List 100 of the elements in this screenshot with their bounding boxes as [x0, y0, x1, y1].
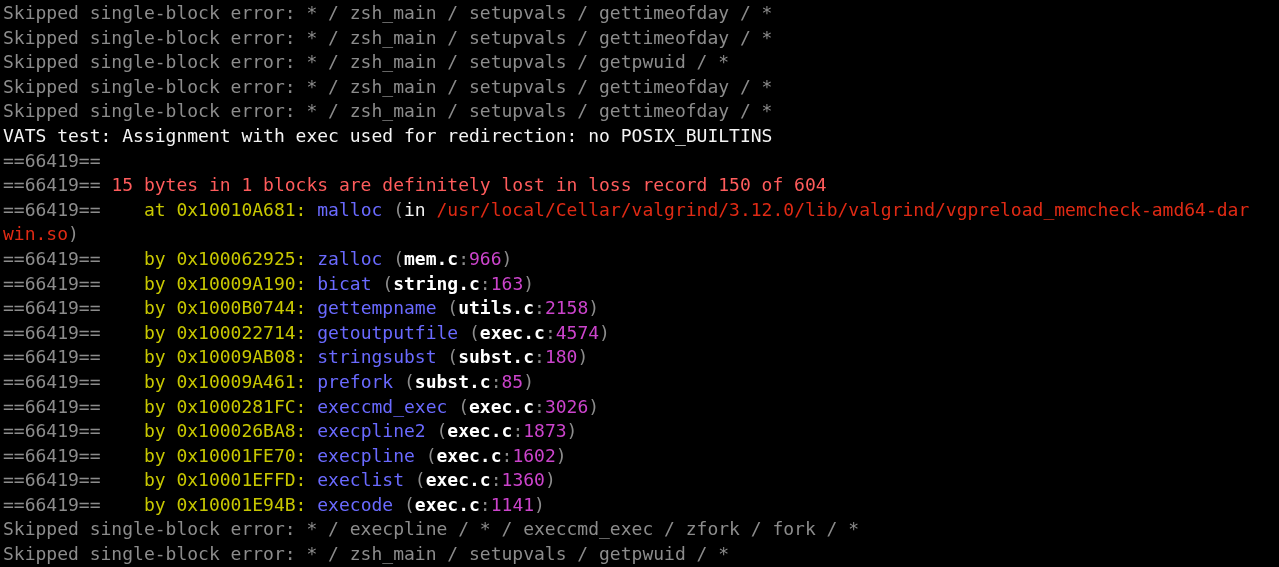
terminal-text: ==66419==: [3, 444, 102, 466]
terminal-text: (: [392, 247, 404, 269]
terminal-text: :: [534, 297, 545, 319]
line-number: 4574: [555, 321, 600, 343]
file-name: exec.c: [469, 395, 535, 417]
terminal-text: :: [490, 370, 502, 392]
function-name: execpline: [317, 444, 415, 466]
function-name: bicat: [317, 272, 372, 294]
terminal-text: :: [512, 420, 524, 442]
terminal-text: ==66419==: [3, 272, 102, 294]
terminal-text: ): [501, 247, 513, 269]
line-number: 1873: [523, 420, 567, 442]
function-name: malloc: [317, 198, 383, 220]
line-number: 180: [544, 346, 578, 368]
function-name: gettempname: [317, 297, 437, 319]
function-name: execcmd_exec: [317, 395, 448, 417]
stack-address: at 0x10010A681:: [143, 198, 308, 220]
error-message: 15 bytes in 1 blocks are definitely lost in loss record 150 of 604: [111, 174, 827, 196]
stack-address: by 0x1000B0744:: [143, 297, 308, 319]
terminal-text: VATS test: Assignment with exec used for redirection: no POSIX_BUILTINS: [3, 124, 773, 146]
file-name: utils.c: [458, 297, 535, 319]
terminal-text: ): [68, 223, 79, 245]
file-name: exec.c: [425, 469, 491, 491]
terminal-text: ==66419==: [3, 370, 102, 392]
function-name: getoutputfile: [317, 321, 459, 343]
stack-address: by 0x100062925:: [143, 247, 308, 269]
terminal-text: Skipped single-block error: * / zsh_main / setupvals / getpwuid / *: [3, 51, 730, 73]
terminal-text: (: [402, 370, 415, 392]
terminal-text: ==66419==: [3, 149, 101, 171]
stack-address: by 0x10009A190:: [143, 272, 308, 294]
line-number: 1141: [490, 493, 535, 515]
terminal-text: (: [446, 346, 459, 368]
terminal-text: ==66419==: [3, 321, 102, 343]
stack-address: by 0x10001FE70:: [143, 444, 308, 466]
terminal-text: :: [479, 272, 491, 294]
file-name: subst.c: [414, 370, 491, 392]
terminal-text: :: [534, 346, 545, 368]
function-name: execlist: [317, 469, 404, 491]
function-name: zalloc: [317, 247, 383, 269]
terminal-text: ==66419==: [3, 297, 102, 319]
terminal-text: ==66419==: [3, 395, 102, 417]
terminal-text: Skipped single-block error: * / zsh_main / setupvals / gettimeofday / *: [3, 26, 773, 48]
terminal-text: ): [588, 297, 600, 319]
terminal-text: Skipped single-block error: * / zsh_main / setupvals / getpwuid / *: [3, 543, 730, 565]
terminal-text: Skipped single-block error: * / zsh_main / setupvals / gettimeofday / *: [3, 75, 773, 97]
terminal-text: :: [534, 395, 545, 417]
terminal-text: Skipped single-block error: * / zsh_main / setupvals / gettimeofday / *: [3, 2, 773, 23]
line-number: 966: [469, 247, 502, 269]
terminal-text: :: [490, 469, 502, 491]
line-number: 1360: [501, 469, 545, 491]
file-name: exec.c: [414, 493, 480, 515]
stack-address: by 0x10001EFFD:: [143, 469, 308, 491]
library-path: win.so: [3, 223, 69, 245]
terminal-text: (: [468, 321, 480, 343]
function-name: execpline2: [317, 420, 426, 442]
terminal-text: ==66419==: [3, 346, 102, 368]
terminal-text: ): [534, 493, 545, 515]
line-number: 2158: [544, 297, 589, 319]
line-number: 85: [501, 370, 524, 392]
terminal-text: ==66419==: [3, 493, 102, 515]
terminal-text: ): [599, 321, 610, 343]
terminal-text: (: [435, 420, 448, 442]
stack-address: by 0x1000281FC:: [143, 395, 308, 417]
file-name: exec.c: [436, 444, 502, 466]
terminal-text: (: [392, 198, 404, 220]
terminal-text: (: [413, 469, 426, 491]
terminal-text: ==66419==: [3, 469, 102, 491]
stack-address: by 0x10001E94B:: [143, 493, 308, 515]
line-number: 3026: [544, 395, 589, 417]
file-name: exec.c: [447, 420, 513, 442]
file-name: string.c: [393, 272, 480, 294]
terminal-text: :: [501, 444, 513, 466]
terminal-text: in: [404, 198, 427, 220]
terminal-text: Skipped single-block error: * / zsh_main / setupvals / gettimeofday / *: [3, 100, 773, 122]
file-name: subst.c: [458, 346, 535, 368]
terminal-text: :: [544, 321, 556, 343]
stack-address: by 0x10009AB08:: [143, 346, 308, 368]
file-name: mem.c: [404, 247, 459, 269]
stack-address: by 0x100026BA8:: [143, 420, 308, 442]
stack-address: by 0x100022714:: [143, 321, 308, 343]
terminal-text: :: [458, 247, 470, 269]
terminal-text: ==66419==: [3, 247, 102, 269]
terminal-text: ==66419==: [3, 420, 102, 442]
terminal-text: ): [566, 420, 578, 442]
line-number: 163: [490, 272, 524, 294]
terminal-text: ): [523, 272, 535, 294]
library-path: /usr/local/Cellar/valgrind/3.12.0/lib/valgrind/vgpreload_memcheck-amd64-dar: [436, 198, 1250, 220]
terminal-text: (: [402, 493, 415, 515]
terminal-text: ): [577, 346, 589, 368]
terminal-text: Skipped single-block error: * / execpline / * / execcmd_exec / zfork / fork / *: [3, 518, 860, 540]
terminal-text: ): [544, 469, 556, 491]
function-name: stringsubst: [317, 346, 437, 368]
terminal-text: ==66419==: [3, 198, 102, 220]
terminal-text: :: [479, 493, 491, 515]
line-number: 1602: [512, 444, 556, 466]
function-name: execode: [317, 493, 394, 515]
terminal-text: ): [588, 395, 600, 417]
terminal-text: (: [457, 395, 469, 417]
function-name: prefork: [317, 370, 394, 392]
terminal-text: ==66419==: [3, 174, 102, 196]
